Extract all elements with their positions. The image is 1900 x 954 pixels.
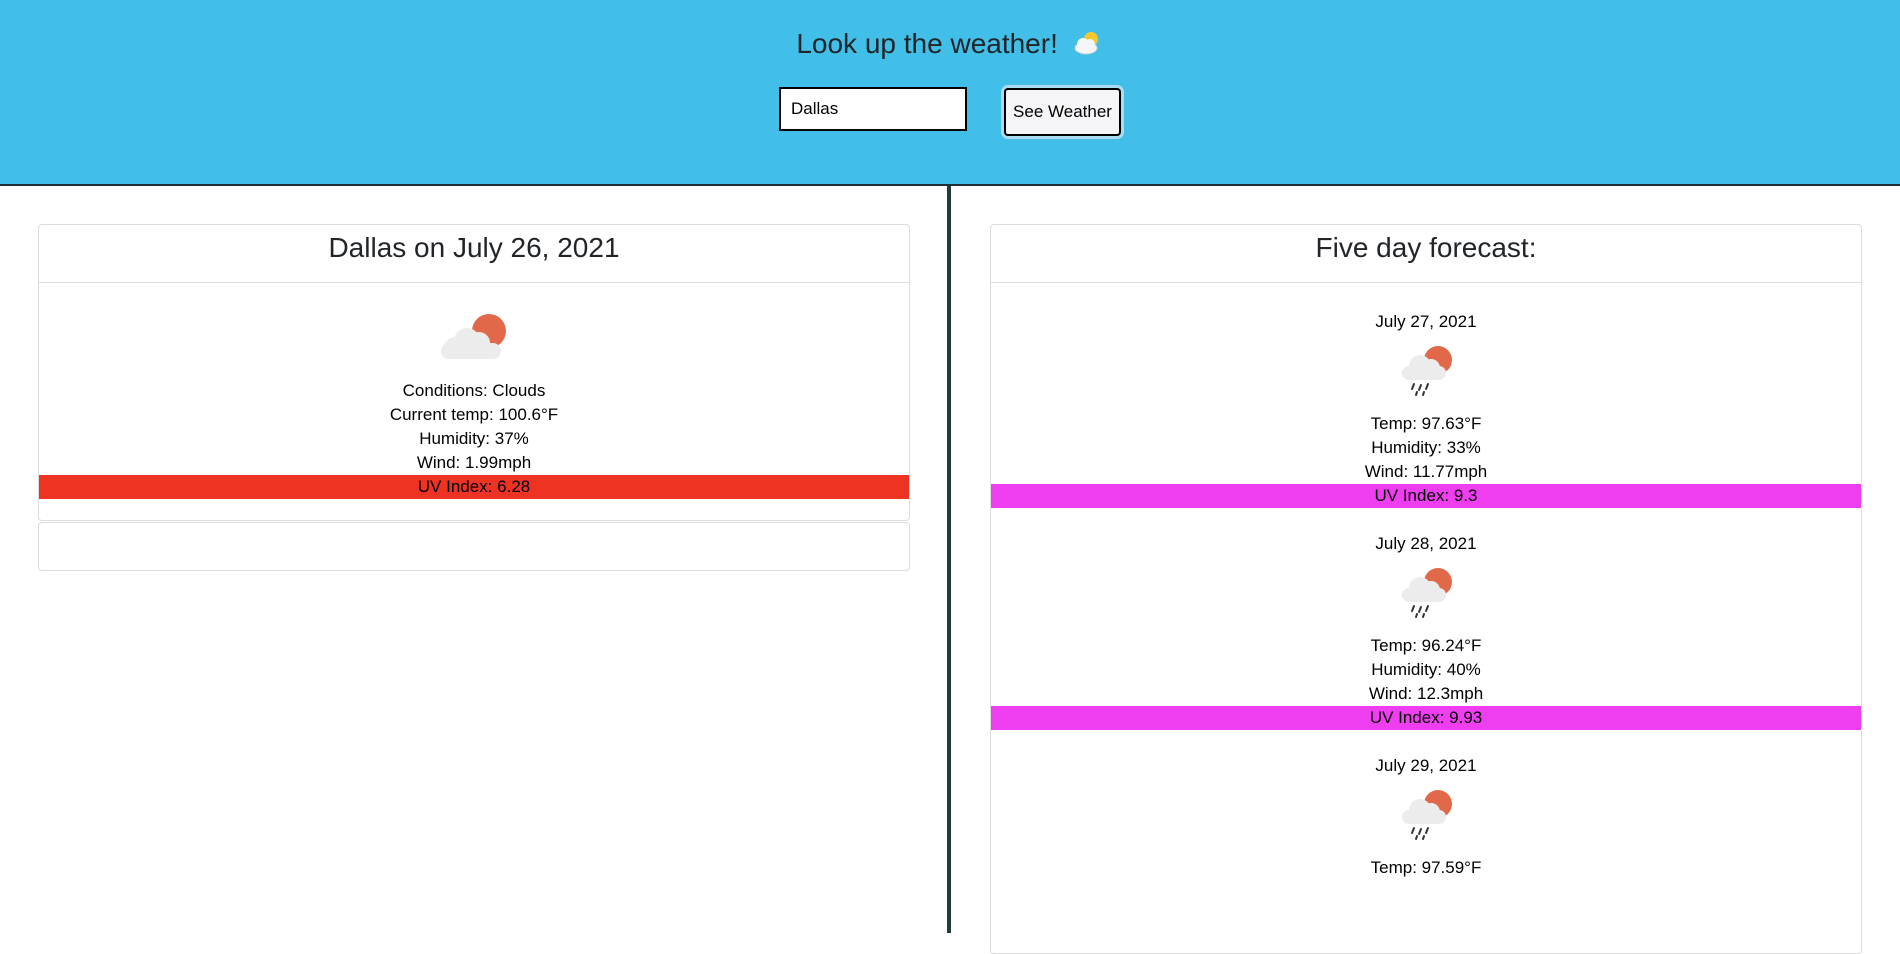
forecast-heading: Five day forecast: (991, 225, 1861, 283)
forecast-uv-index: UV Index: 9.93 (991, 706, 1861, 730)
forecast-date: July 28, 2021 (1375, 534, 1477, 553)
current-humidity: Humidity: 37% (419, 429, 529, 448)
forecast-date: July 27, 2021 (1375, 312, 1477, 331)
current-weather-card: Dallas on July 26, 2021 Conditions: Clou… (38, 224, 910, 521)
forecast-wind: Wind: 12.3mph (1368, 684, 1484, 703)
forecast-humidity: Humidity: 40% (1371, 660, 1481, 679)
forecast-uv-index: UV Index: 9.3 (991, 484, 1861, 508)
forecast-temp: Temp: 96.24°F (1370, 636, 1482, 655)
forecast-day: July 27, 2021 Temp: 97.63°F Humidity: 33… (991, 283, 1861, 508)
current-uv-index: UV Index: 6.28 (39, 475, 909, 499)
forecast-day: July 28, 2021 Temp: 96.24°F Humidity: 40… (991, 508, 1861, 730)
city-search-input[interactable] (779, 87, 967, 131)
forecast-day: July 29, 2021 Temp: 97.59°F (991, 730, 1861, 880)
sun-behind-cloud-icon (1072, 29, 1104, 64)
forecast-card: Five day forecast: July 27, 2021 Temp: 9… (990, 224, 1862, 954)
current-conditions: Conditions: Clouds (402, 381, 546, 400)
page-title: Look up the weather! (0, 28, 1900, 64)
forecast-wind: Wind: 11.77mph (1364, 462, 1488, 481)
forecast-temp: Temp: 97.63°F (1370, 414, 1482, 433)
rain-sun-icon (991, 778, 1861, 850)
forecast-temp: Temp: 97.59°F (1370, 858, 1482, 877)
see-weather-button[interactable]: See Weather (1004, 88, 1121, 136)
header-bar: Look up the weather! See Weather (0, 0, 1900, 186)
rain-sun-icon (991, 556, 1861, 628)
current-weather-heading: Dallas on July 26, 2021 (39, 225, 909, 283)
rain-sun-icon (991, 334, 1861, 406)
forecast-date: July 29, 2021 (1375, 756, 1477, 775)
current-wind: Wind: 1.99mph (416, 453, 532, 472)
column-divider (947, 186, 951, 933)
forecast-humidity: Humidity: 33% (1371, 438, 1481, 457)
cloud-sun-icon (39, 307, 909, 365)
current-temp: Current temp: 100.6°F (389, 405, 559, 424)
empty-card (38, 522, 910, 571)
page-title-text: Look up the weather! (796, 28, 1058, 59)
